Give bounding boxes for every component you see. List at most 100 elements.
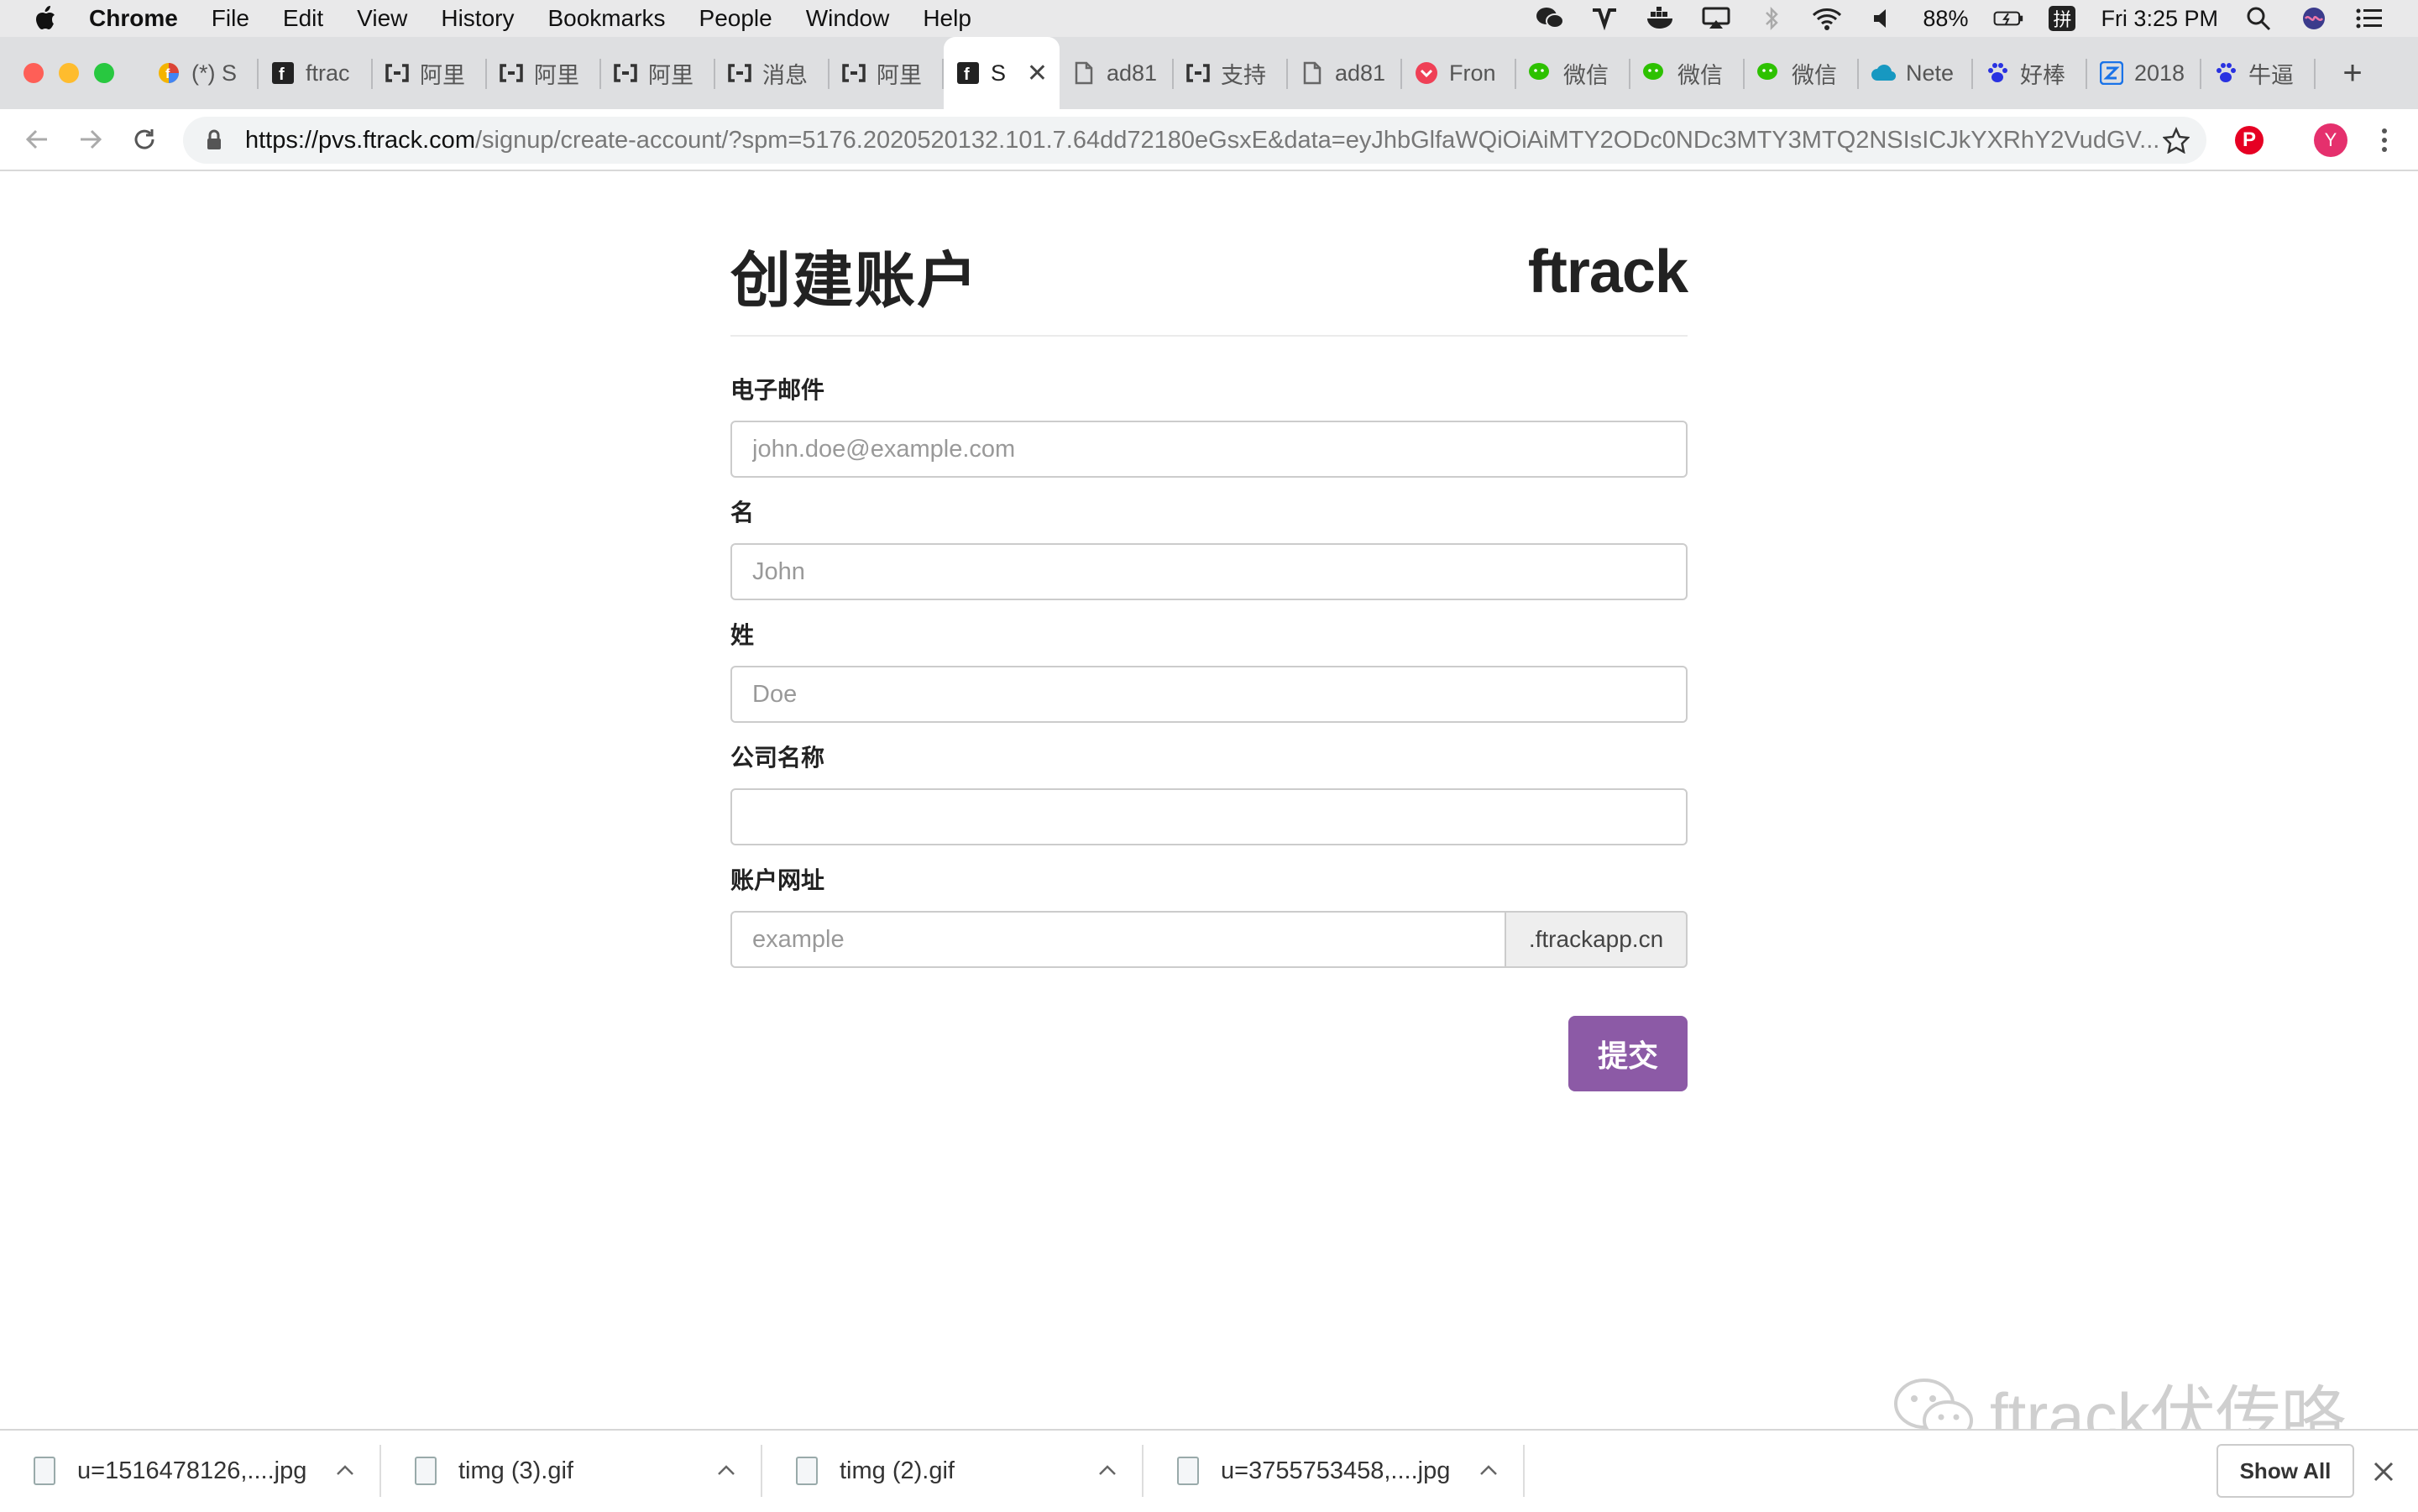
- maximize-window-button[interactable]: [94, 63, 114, 83]
- tab-label: 微信: [1677, 62, 1723, 88]
- download-item[interactable]: timg (2).gif: [762, 1430, 1144, 1512]
- tab-label: S: [991, 60, 1007, 86]
- browser-tab[interactable]: 微信: [1630, 37, 1745, 109]
- browser-tab[interactable]: Fron: [1402, 37, 1516, 109]
- volume-icon[interactable]: [1867, 6, 1897, 31]
- close-shelf-icon[interactable]: [2371, 1459, 2396, 1484]
- bookmark-star-icon[interactable]: [2162, 126, 2190, 154]
- browser-tab[interactable]: 牛逼: [2201, 37, 2316, 109]
- z-icon: [2099, 60, 2124, 86]
- email-field-group: 电子邮件: [730, 372, 1688, 478]
- notification-center-icon[interactable]: [2354, 6, 2384, 31]
- browser-tab[interactable]: 2018: [2087, 37, 2201, 109]
- chevron-up-icon[interactable]: [715, 1460, 737, 1482]
- email-input[interactable]: [730, 421, 1688, 478]
- close-tab-icon[interactable]: ✕: [1027, 59, 1048, 88]
- browser-tab[interactable]: f (*) S: [144, 37, 259, 109]
- ftrack-f-icon: f: [955, 60, 981, 86]
- chevron-up-icon[interactable]: [1478, 1460, 1499, 1482]
- show-all-downloads-button[interactable]: Show All: [2216, 1444, 2354, 1498]
- browser-tab[interactable]: ad81: [1288, 37, 1402, 109]
- wifi-icon[interactable]: [1812, 6, 1842, 31]
- browser-tab[interactable]: 微信: [1745, 37, 1859, 109]
- menu-history[interactable]: History: [441, 5, 514, 32]
- document-icon: [1071, 60, 1096, 86]
- image-file-icon: [1177, 1457, 1199, 1485]
- menu-chrome[interactable]: Chrome: [89, 5, 178, 32]
- url-path: /signup/create-account/?spm=5176.2020520…: [474, 126, 2159, 154]
- download-item[interactable]: u=3755753458,....jpg: [1144, 1430, 1525, 1512]
- minimize-window-button[interactable]: [59, 63, 79, 83]
- back-arrow-icon[interactable]: [18, 121, 55, 158]
- browser-tab[interactable]: 阿里: [601, 37, 715, 109]
- menu-view[interactable]: View: [357, 5, 407, 32]
- address-bar[interactable]: https://pvs.ftrack.com/signup/create-acc…: [183, 117, 2206, 164]
- download-item[interactable]: u=1516478126,....jpg: [0, 1430, 381, 1512]
- browser-tab[interactable]: Nete: [1859, 37, 1973, 109]
- browser-tab[interactable]: ad81: [1060, 37, 1174, 109]
- document-icon: [1300, 60, 1325, 86]
- menu-people[interactable]: People: [699, 5, 772, 32]
- menu-file[interactable]: File: [212, 5, 249, 32]
- menu-edit[interactable]: Edit: [283, 5, 323, 32]
- tab-label: (*) S: [191, 60, 237, 86]
- browser-tab[interactable]: 支持: [1174, 37, 1288, 109]
- chevron-up-icon[interactable]: [334, 1460, 356, 1482]
- docker-icon[interactable]: [1646, 6, 1676, 31]
- tab-label: ftrac: [306, 60, 350, 86]
- clock[interactable]: Fri 3:25 PM: [2101, 6, 2218, 32]
- menu-window[interactable]: Window: [806, 5, 890, 32]
- vpn-status-icon[interactable]: [1590, 6, 1620, 31]
- company-input[interactable]: [730, 788, 1688, 845]
- menu-bookmarks[interactable]: Bookmarks: [547, 5, 665, 32]
- browser-tab[interactable]: f S ✕: [944, 37, 1060, 109]
- spotlight-search-icon[interactable]: [2243, 6, 2274, 31]
- download-filename: u=3755753458,....jpg: [1221, 1457, 1451, 1484]
- browser-toolbar: https://pvs.ftrack.com/signup/create-acc…: [0, 109, 2418, 171]
- browser-tab[interactable]: 好棒: [1973, 37, 2087, 109]
- tab-label: ad81: [1335, 60, 1386, 86]
- browser-tab[interactable]: f ftrac: [259, 37, 373, 109]
- image-file-icon: [415, 1457, 437, 1485]
- browser-tab[interactable]: 阿里: [373, 37, 487, 109]
- reload-icon[interactable]: [126, 121, 163, 158]
- download-filename: timg (2).gif: [840, 1457, 955, 1484]
- last-name-input[interactable]: [730, 666, 1688, 723]
- url-text[interactable]: https://pvs.ftrack.com/signup/create-acc…: [245, 127, 2159, 154]
- tab-label: 阿里: [420, 62, 465, 88]
- siri-icon[interactable]: [2299, 6, 2329, 31]
- last-name-field-group: 姓: [730, 617, 1688, 723]
- battery-percent: 88%: [1923, 5, 1969, 31]
- account-url-field-group: 账户网址 .ftrackapp.cn: [730, 862, 1688, 968]
- profile-avatar[interactable]: Y: [2314, 123, 2347, 157]
- bluetooth-icon[interactable]: [1756, 6, 1787, 31]
- tab-label: ad81: [1107, 60, 1158, 86]
- page-content: 创建账户 ftrack 电子邮件 名 姓 公司名称 账户网址 .ftrackap…: [0, 172, 2418, 1453]
- image-file-icon: [34, 1457, 55, 1485]
- tab-label: 阿里: [877, 62, 922, 88]
- menu-help[interactable]: Help: [923, 5, 971, 32]
- input-method-icon[interactable]: 拼: [2049, 6, 2076, 31]
- account-url-input[interactable]: [730, 911, 1506, 968]
- download-filename: u=1516478126,....jpg: [77, 1457, 307, 1484]
- browser-tab[interactable]: 消息: [715, 37, 830, 109]
- close-window-button[interactable]: [24, 63, 44, 83]
- lock-icon[interactable]: [202, 128, 227, 153]
- browser-tab[interactable]: 微信: [1516, 37, 1630, 109]
- forward-arrow-icon[interactable]: [72, 121, 109, 158]
- battery-charging-icon[interactable]: [1993, 6, 2023, 31]
- download-item[interactable]: timg (3).gif: [381, 1430, 762, 1512]
- browser-tab[interactable]: 阿里: [487, 37, 601, 109]
- submit-button[interactable]: 提交: [1568, 1016, 1688, 1091]
- chevron-up-icon[interactable]: [1096, 1460, 1118, 1482]
- wechat-status-icon[interactable]: [1535, 6, 1565, 31]
- first-name-input[interactable]: [730, 543, 1688, 600]
- tab-label: 2018: [2134, 60, 2185, 86]
- apple-icon[interactable]: [30, 2, 64, 35]
- new-tab-button[interactable]: +: [2327, 37, 2378, 109]
- company-field-group: 公司名称: [730, 740, 1688, 845]
- pinterest-extension-icon[interactable]: P: [2235, 126, 2264, 154]
- browser-tab[interactable]: 阿里: [830, 37, 944, 109]
- chrome-menu-icon[interactable]: [2376, 123, 2393, 157]
- airplay-icon[interactable]: [1701, 6, 1731, 31]
